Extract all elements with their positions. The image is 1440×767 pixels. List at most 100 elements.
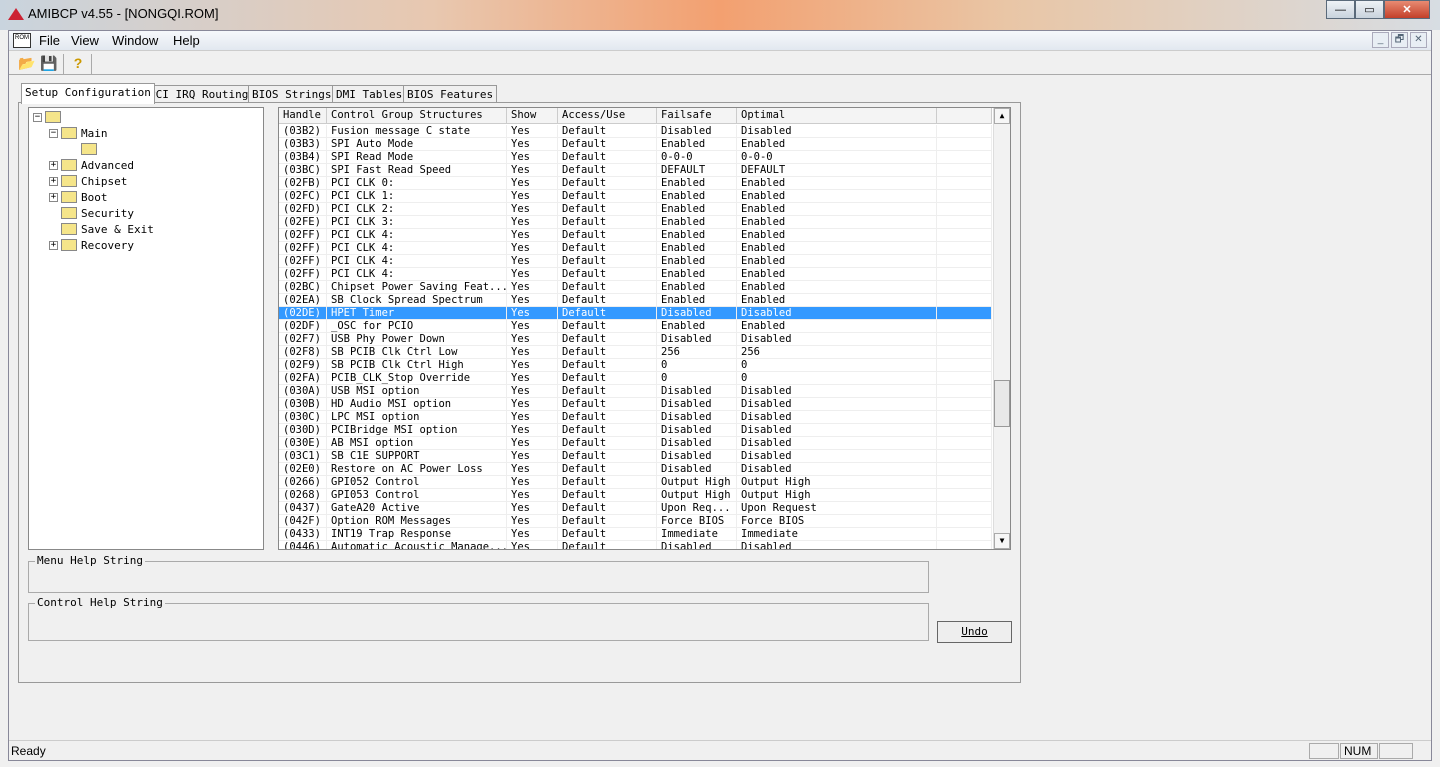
table-row[interactable]: (042F) Option ROM Messages Yes Default Force… (279, 515, 992, 528)
table-row[interactable]: (03B3) SPI Auto Mode Yes Default Enabled Enab… (279, 138, 992, 151)
table-row[interactable]: (02FB) PCI CLK 0: Yes Default Enabled Enabled (279, 177, 992, 190)
table-row[interactable]: (02E0) Restore on AC Power Loss Yes Default… (279, 463, 992, 476)
table-row[interactable]: (02FF) PCI CLK 4: Yes Default Enabled Enabled (279, 255, 992, 268)
undo-button[interactable]: Undo (937, 621, 1012, 643)
menu-view[interactable]: View (71, 33, 99, 48)
table-row[interactable]: (02F9) SB PCIB Clk Ctrl High Yes Default 0 0 (279, 359, 992, 372)
maximize-button[interactable]: ▭ (1355, 0, 1384, 19)
cell-optimal: Disabled (737, 125, 937, 137)
column-failsafe[interactable]: Failsafe (657, 108, 737, 123)
table-row[interactable]: (02FD) PCI CLK 2: Yes Default Enabled Enabled (279, 203, 992, 216)
table-row[interactable]: (03BC) SPI Fast Read Speed Yes Default DEFAU… (279, 164, 992, 177)
collapse-icon[interactable]: − (33, 112, 42, 122)
table-row[interactable]: (02FF) PCI CLK 4: Yes Default Enabled Enabled (279, 242, 992, 255)
tree-node-boot[interactable]: + Boot (49, 190, 108, 204)
child-close-button[interactable]: ✕ (1410, 32, 1427, 48)
expand-icon[interactable]: + (49, 176, 58, 186)
cell-access: Default (558, 333, 657, 345)
tab-dmi-tables[interactable]: DMI Tables (332, 85, 407, 103)
table-row[interactable]: (0266) GPI052 Control Yes Default Output Hig… (279, 476, 992, 489)
tab-bios-features[interactable]: BIOS Features (403, 85, 498, 103)
table-row[interactable]: (02FE) PCI CLK 3: Yes Default Enabled Enabled (279, 216, 992, 229)
table-row[interactable]: (02DE) HPET Timer Yes Default Disabled Disabl… (279, 307, 992, 320)
tab-setup-configuration[interactable]: Setup Configuration (21, 83, 155, 104)
setup-tree: − − Main + Advanced + Chipset + Boot Securit… (28, 107, 264, 550)
cell-access: Default (558, 463, 657, 475)
tree-node-security[interactable]: Security (61, 206, 134, 220)
cell-access: Default (558, 398, 657, 410)
cell-failsafe: Enabled (657, 320, 737, 332)
cell-show: Yes (507, 346, 558, 358)
expand-icon[interactable]: + (49, 240, 58, 250)
cell-failsafe: Disabled (657, 424, 737, 436)
column-control-group[interactable]: Control Group Structures (327, 108, 507, 123)
menu-help[interactable]: Help (173, 33, 200, 48)
cell-show: Yes (507, 398, 558, 410)
table-row[interactable]: (0437) GateA20 Active Yes Default Upon Req..… (279, 502, 992, 515)
help-icon[interactable]: ? (69, 54, 87, 72)
table-row[interactable]: (030C) LPC MSI option Yes Default Disabled Di… (279, 411, 992, 424)
menu-window[interactable]: Window (112, 33, 158, 48)
cell-control: PCI CLK 4: (327, 229, 507, 241)
column-access[interactable]: Access/Use (558, 108, 657, 123)
toolbar-separator (91, 54, 92, 74)
table-row[interactable]: (02FF) PCI CLK 4: Yes Default Enabled Enabled (279, 229, 992, 242)
child-restore-button[interactable]: 🗗 (1391, 32, 1408, 48)
table-row[interactable]: (0268) GPI053 Control Yes Default Output Hig… (279, 489, 992, 502)
folder-icon (61, 159, 77, 171)
scroll-down-icon[interactable]: ▼ (994, 533, 1010, 549)
table-row[interactable]: (03B4) SPI Read Mode Yes Default 0-0-0 0-0-0 (279, 151, 992, 164)
scroll-up-icon[interactable]: ▲ (994, 108, 1010, 124)
tree-node-main[interactable]: − Main (49, 126, 108, 140)
table-row[interactable]: (0446) Automatic Acoustic Manage... Yes Def… (279, 541, 992, 549)
tab-bios-strings[interactable]: BIOS Strings (248, 85, 336, 103)
expand-icon[interactable]: + (49, 192, 58, 202)
tree-node-advanced[interactable]: + Advanced (49, 158, 134, 172)
table-row[interactable]: (02BC) Chipset Power Saving Feat... Yes Def… (279, 281, 992, 294)
child-minimize-button[interactable]: _ (1372, 32, 1389, 48)
table-row[interactable]: (030A) USB MSI option Yes Default Disabled Di… (279, 385, 992, 398)
cell-failsafe: 256 (657, 346, 737, 358)
cell-handle: (030D) (279, 424, 327, 436)
status-pane (1379, 743, 1413, 759)
table-row[interactable]: (02FC) PCI CLK 1: Yes Default Enabled Enabled (279, 190, 992, 203)
cell-control: SPI Fast Read Speed (327, 164, 507, 176)
expand-icon[interactable]: + (49, 160, 58, 170)
table-row[interactable]: (02FF) PCI CLK 4: Yes Default Enabled Enabled (279, 268, 992, 281)
vertical-scrollbar[interactable]: ▲ ▼ (993, 108, 1010, 549)
cell-failsafe: Enabled (657, 138, 737, 150)
cell-show: Yes (507, 541, 558, 549)
tab-pci-irq-routing[interactable]: PCI IRQ Routing (145, 85, 253, 103)
table-row[interactable]: (02F7) USB Phy Power Down Yes Default Disabl… (279, 333, 992, 346)
table-row[interactable]: (030E) AB MSI option Yes Default Disabled Dis… (279, 437, 992, 450)
tree-node-recovery[interactable]: + Recovery (49, 238, 134, 252)
table-row[interactable]: (0433) INT19 Trap Response Yes Default Immed… (279, 528, 992, 541)
collapse-icon[interactable]: − (49, 128, 58, 138)
table-row[interactable]: (03C1) SB C1E SUPPORT Yes Default Disabled Di… (279, 450, 992, 463)
app-icon (8, 8, 24, 20)
tree-node-save-exit[interactable]: Save & Exit (61, 222, 154, 236)
tree-root[interactable]: − (33, 110, 65, 124)
cell-show: Yes (507, 437, 558, 449)
close-button[interactable]: ✕ (1384, 0, 1430, 19)
table-row[interactable]: (02EA) SB Clock Spread Spectrum Yes Default… (279, 294, 992, 307)
open-folder-icon[interactable]: 📂 (18, 54, 36, 72)
scrollbar-thumb[interactable] (994, 380, 1010, 427)
tree-node-main-child[interactable] (81, 142, 101, 156)
table-row[interactable]: (03B2) Fusion message C state Yes Default Di… (279, 125, 992, 138)
column-handle[interactable]: Handle (279, 108, 327, 123)
minimize-button[interactable]: — (1326, 0, 1355, 19)
tree-node-chipset[interactable]: + Chipset (49, 174, 127, 188)
column-show[interactable]: Show (507, 108, 558, 123)
table-row[interactable]: (02FA) PCIB_CLK_Stop Override Yes Default 0 0 (279, 372, 992, 385)
table-row[interactable]: (030D) PCIBridge MSI option Yes Default Disa… (279, 424, 992, 437)
table-row[interactable]: (02DF) _OSC for PCIO Yes Default Enabled Enab… (279, 320, 992, 333)
table-row[interactable]: (02F8) SB PCIB Clk Ctrl Low Yes Default 256 2… (279, 346, 992, 359)
menu-file[interactable]: File (39, 33, 60, 48)
cell-optimal: Disabled (737, 541, 937, 549)
cell-access: Default (558, 515, 657, 527)
cell-access: Default (558, 294, 657, 306)
column-optimal[interactable]: Optimal (737, 108, 937, 123)
table-row[interactable]: (030B) HD Audio MSI option Yes Default Disab… (279, 398, 992, 411)
save-icon[interactable]: 💾 (40, 54, 58, 72)
